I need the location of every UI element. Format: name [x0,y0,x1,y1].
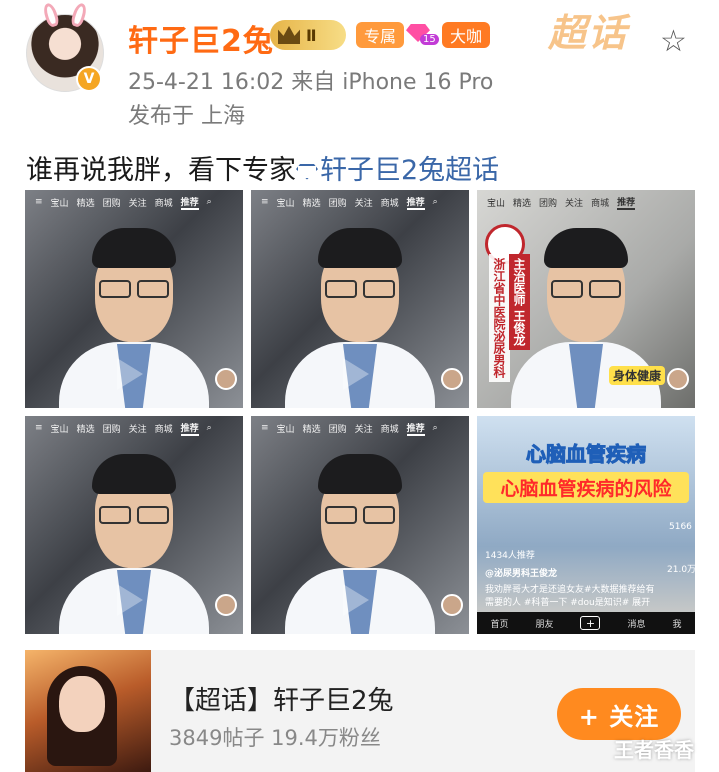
grid-image-2[interactable]: ≡ 宝山 精选 团购 关注 商城 推荐 ⌕ [251,190,469,408]
tab-label: 推荐 [406,421,425,436]
plus-icon: + [580,616,601,630]
fan-level-badge[interactable]: 15 [406,20,439,50]
play-icon [343,584,369,616]
tab-label: 精选 [76,424,95,435]
tab-label: 精选 [76,198,95,209]
play-icon [117,584,143,616]
video-stat-2: 21.0万 [667,565,695,575]
play-icon [343,358,369,390]
nav-messages: 消息 [627,619,646,630]
topic-link-label: 轩子巨2兔超话 [320,155,500,186]
tab-label: 关注 [128,424,147,435]
hospital-name: 浙江省中医院泌尿男科 [489,254,510,382]
search-icon: ⌕ [206,197,212,207]
grid-image-4[interactable]: ≡ 宝山 精选 团购 关注 商城 推荐 ⌕ [25,416,243,634]
tab-label: 商城 [380,424,399,435]
tab-label: 商城 [591,198,610,209]
image-grid: ≡ 宝山 精选 团购 关注 商城 推荐 ⌕ ≡ 宝山 精选 团购 关注 商城 推… [25,190,695,636]
exclusive-tag[interactable]: 专属 [356,22,405,48]
search-icon: ⌕ [432,197,438,207]
star-icon[interactable]: ☆ [660,24,687,59]
tab-label: 商城 [154,424,173,435]
search-icon: ⌕ [432,423,438,433]
video-author: @泌尿男科王俊龙 [485,569,558,579]
post-body: 谁再说我胖，看下专家 [26,155,296,186]
video-app-bottom-nav: 首页 朋友 + 消息 我 [477,612,695,634]
creator-avatar [215,368,237,390]
tab-label: 宝山 [487,198,506,209]
vip-level: Ⅱ [306,25,317,45]
nav-me: 我 [672,619,682,630]
video-headline: 心脑血管疾病 [526,442,647,467]
post-text: 谁再说我胖，看下专家 轩子巨2兔超话 [26,148,499,187]
creator-avatar [215,594,237,616]
menu-icon: ≡ [261,197,269,207]
tab-label: 团购 [102,424,121,435]
tab-label: 推荐 [406,195,425,210]
creator-avatar [441,368,463,390]
tab-label: 推荐 [617,195,636,210]
tab-label: 关注 [565,198,584,209]
tab-label: 宝山 [50,424,69,435]
video-caption-line-2: 需要的人 #科普一下 #dou是知识# 展开 [485,598,651,608]
tab-label: 精选 [302,198,321,209]
tab-label: 商城 [154,198,173,209]
verified-badge-icon: V [76,66,102,92]
tab-label: 精选 [302,424,321,435]
video-caption-line-1: 我劝胖哥大才是还追女友#大数据推荐给有 [485,585,655,595]
tab-label: 宝山 [276,424,295,435]
like-count: 1434人推荐 [485,551,535,561]
grid-image-6[interactable]: 心脑血管疾病 心脑血管疾病的风险 1434人推荐 @泌尿男科王俊龙 我劝胖哥大才… [477,416,695,634]
video-subheadline: 心脑血管疾病的风险 [483,472,689,503]
creator-avatar [441,594,463,616]
tab-label: 宝山 [50,198,69,209]
tab-label: 关注 [354,198,373,209]
tab-label: 推荐 [180,195,199,210]
diamond-icon [296,163,318,180]
grid-image-3[interactable]: 宝山 精选 团购 关注 商城 推荐 浙江省中医院泌尿男科 主治医师 王俊龙 身体… [477,190,695,408]
tab-label: 团购 [328,424,347,435]
username[interactable]: 轩子巨2兔 [128,16,274,60]
topic-card-stats: 3849帖子 19.4万粉丝 [169,726,381,750]
super-topic-card[interactable]: 【超话】轩子巨2兔 3849帖子 19.4万粉丝 + 关注 [25,650,695,772]
crown-icon [278,26,300,44]
nav-friends: 朋友 [535,619,554,630]
vip-crown-badge[interactable]: Ⅱ [270,20,346,50]
tab-label: 团购 [328,198,347,209]
tab-label: 宝山 [276,198,295,209]
menu-icon: ≡ [35,197,43,207]
nav-home: 首页 [490,619,509,630]
follow-button[interactable]: + 关注 [557,688,681,740]
topic-card-title: 【超话】轩子巨2兔 [169,686,394,716]
tab-label: 关注 [354,424,373,435]
tab-label: 团购 [102,198,121,209]
bunny-ear-icon [69,1,89,29]
bigshot-tag[interactable]: 大咖 [442,22,491,48]
play-icon [117,358,143,390]
video-stat-1: 5166 [669,522,692,532]
tab-label: 精选 [513,198,532,209]
post-header: V 轩子巨2兔 Ⅱ 专属 15 大咖 超话 ☆ 25-4-21 16:02 来自… [0,0,719,140]
creator-avatar [667,368,689,390]
tab-label: 商城 [380,198,399,209]
topic-cover-image [25,650,151,772]
tab-label: 团购 [539,198,558,209]
grid-image-1[interactable]: ≡ 宝山 精选 团购 关注 商城 推荐 ⌕ [25,190,243,408]
bunny-ear-icon [41,1,61,29]
watermark: 王者香香 [614,738,694,762]
post-timestamp-source: 25-4-21 16:02 来自 iPhone 16 Pro [128,70,494,95]
tab-label: 关注 [128,198,147,209]
menu-icon: ≡ [261,423,269,433]
grid-image-5[interactable]: ≡ 宝山 精选 团购 关注 商城 推荐 ⌕ [251,416,469,634]
sticker-text: 身体健康 [609,366,666,385]
fan-level-number: 15 [420,34,439,45]
topic-link[interactable]: 轩子巨2兔超话 [296,155,499,186]
chaohua-logo: 超话 [548,11,629,55]
menu-icon: ≡ [35,423,43,433]
tab-label: 推荐 [180,421,199,436]
post-location: 发布于 上海 [128,104,245,129]
doctor-title: 主治医师 王俊龙 [509,254,530,351]
search-icon: ⌕ [206,423,212,433]
